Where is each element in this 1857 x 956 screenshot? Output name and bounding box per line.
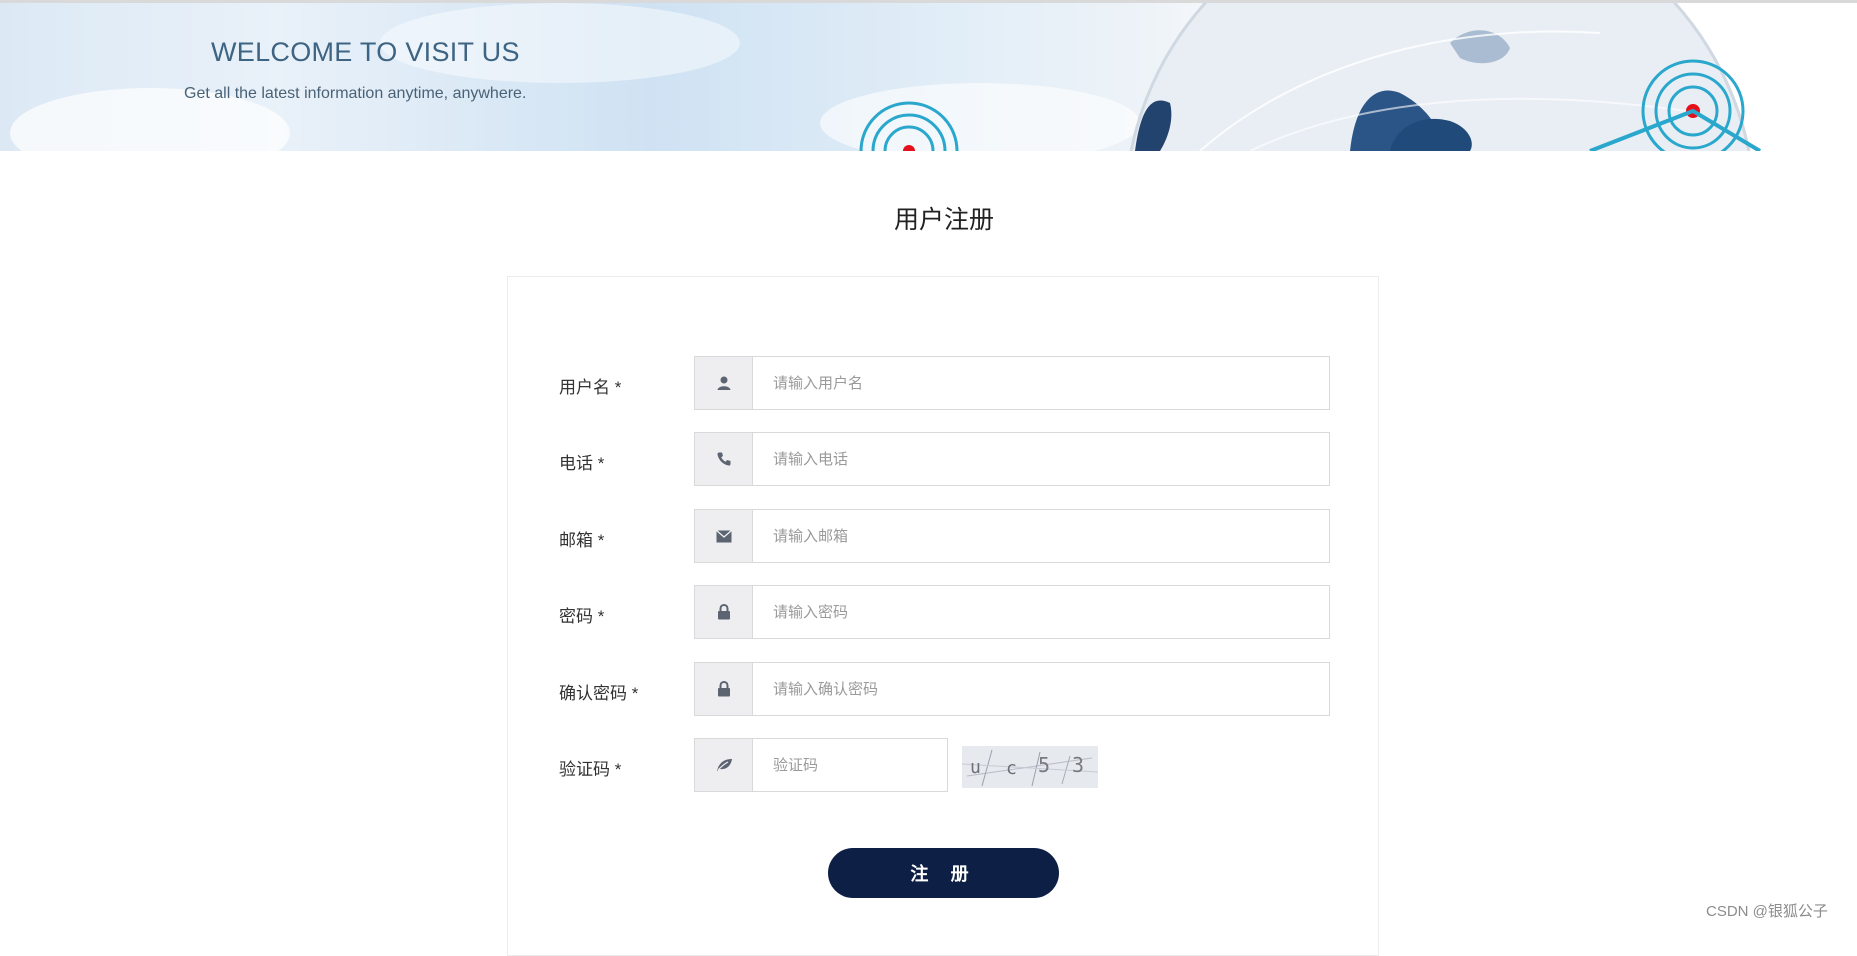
user-icon [694, 356, 753, 410]
phone-label: 电话 * [559, 454, 605, 473]
banner-artwork [10, 3, 1762, 151]
lock-icon [694, 662, 753, 716]
captcha-char-4: 3 [1072, 753, 1084, 777]
register-submit-button[interactable]: 注 册 [828, 848, 1059, 898]
password-label: 密码 * [559, 607, 605, 626]
page-title: 用户注册 [893, 206, 994, 234]
captcha-char-3: 5 [1038, 753, 1050, 777]
envelope-icon [694, 509, 753, 563]
form-row-password: 密码 * [508, 585, 1380, 639]
captcha-label: 验证码 * [559, 760, 622, 779]
username-input[interactable] [753, 356, 1330, 410]
captcha-input[interactable] [753, 738, 948, 792]
confirm-password-label: 确认密码 * [559, 684, 639, 703]
username-label: 用户名 * [559, 378, 622, 397]
phone-icon [694, 432, 753, 486]
confirm-password-input[interactable] [753, 662, 1330, 716]
form-row-captcha: 验证码 * u c 5 3 [508, 738, 1380, 792]
leaf-icon [694, 738, 753, 792]
welcome-title: WELCOME TO VISIT US [211, 37, 520, 67]
email-input[interactable] [753, 509, 1330, 563]
header-banner: WELCOME TO VISIT US Get all the latest i… [0, 3, 1857, 151]
password-input[interactable] [753, 585, 1330, 639]
captcha-image[interactable]: u c 5 3 [961, 746, 1099, 788]
form-row-email: 邮箱 * [508, 509, 1380, 563]
form-row-username: 用户名 * [508, 356, 1380, 410]
captcha-char-2: c [1006, 758, 1017, 779]
email-label: 邮箱 * [559, 531, 605, 550]
phone-input[interactable] [753, 432, 1330, 486]
watermark: CSDN @银狐公子 [1706, 903, 1828, 920]
form-row-confirm-password: 确认密码 * [508, 662, 1380, 716]
welcome-subtitle: Get all the latest information anytime, … [184, 85, 527, 102]
lock-icon [694, 585, 753, 639]
captcha-char-1: u [970, 757, 981, 778]
form-row-phone: 电话 * [508, 432, 1380, 486]
register-form-card: 用户名 * 电话 * 邮箱 * 密码 * 确认密码 * 验证码 * [507, 276, 1379, 956]
